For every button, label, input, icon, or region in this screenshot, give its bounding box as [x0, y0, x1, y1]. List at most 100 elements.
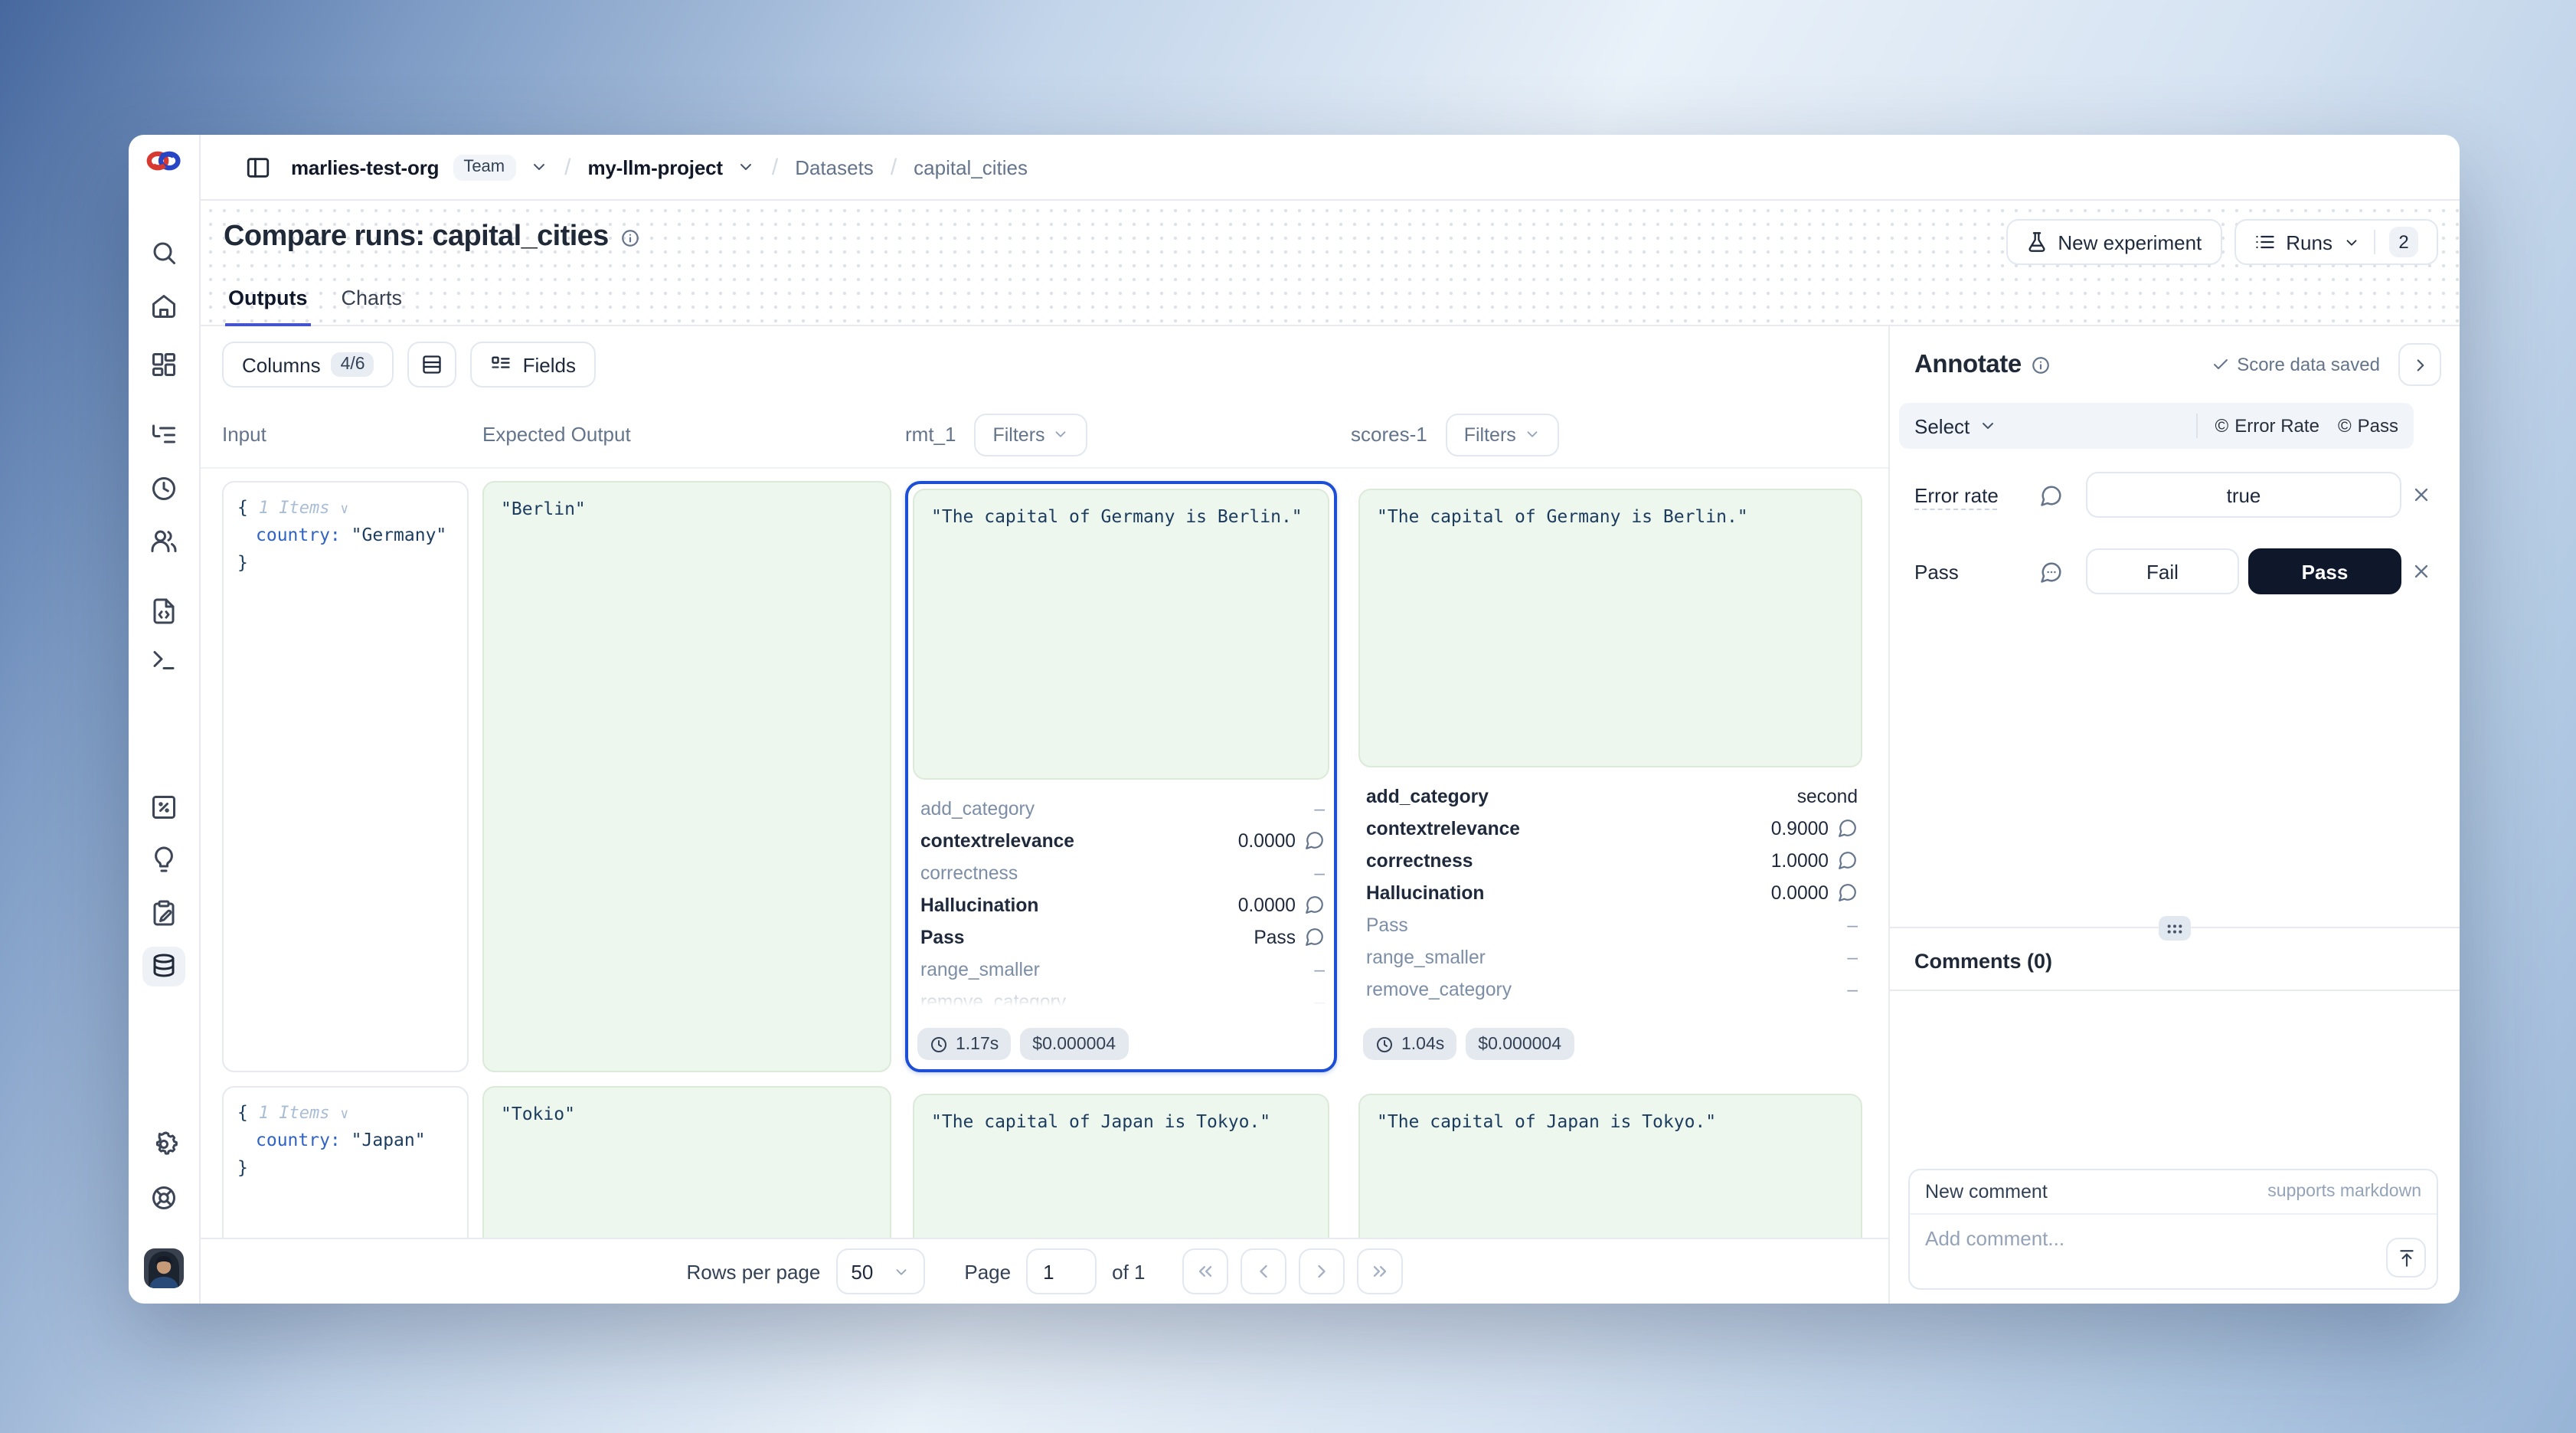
users-icon[interactable] [142, 521, 185, 561]
run-output-cell-scores-1[interactable]: "The capital of Japan is Tokyo." [1351, 1086, 1870, 1238]
score-row: contextrelevance0.9000 [1366, 812, 1858, 844]
score-label[interactable]: Error rate [1914, 483, 2031, 506]
save-status: Score data saved [2211, 354, 2380, 375]
columns-label: Columns [242, 353, 321, 376]
home-icon[interactable] [142, 286, 185, 326]
table-row: { 1 Items ∨ country: "Germany" } "Berlin… [201, 481, 1888, 1072]
score-row: remove_category– [1366, 973, 1858, 1005]
filters-button-scores-1[interactable]: Filters [1446, 413, 1559, 456]
collapse-panel-button[interactable] [2398, 343, 2441, 386]
new-comment-card: New comment supports markdown Add commen… [1908, 1169, 2438, 1290]
info-icon[interactable] [621, 227, 641, 247]
breadcrumb-org[interactable]: marlies-test-org [291, 155, 439, 178]
score-row: range_smaller– [1366, 941, 1858, 973]
run-metrics: 1.04s $0.000004 [1358, 1019, 1862, 1065]
input-cell[interactable]: { 1 Items ∨ country: "Germany" } [222, 481, 469, 1072]
comment-bubble-icon[interactable] [1838, 818, 1858, 838]
tab-charts[interactable]: Charts [338, 286, 406, 326]
dashboard-icon[interactable] [142, 345, 185, 384]
tracing-icon[interactable] [142, 415, 185, 455]
score-row: contextrelevance0.0000 [920, 824, 1325, 856]
chevrons-left-icon [1195, 1261, 1216, 1282]
table-body: { 1 Items ∨ country: "Germany" } "Berlin… [201, 469, 1888, 1238]
submit-comment-button[interactable] [2386, 1238, 2426, 1278]
runs-button[interactable]: Runs 2 [2234, 219, 2438, 265]
comment-textarea[interactable]: Add comment... [1910, 1215, 2437, 1288]
col-header-input: Input [222, 423, 469, 446]
score-config-select[interactable]: Select [1914, 414, 1997, 437]
config-chip-pass[interactable]: ©Pass [2338, 415, 2398, 437]
annotation-clipboard-icon[interactable] [142, 893, 185, 933]
tab-outputs[interactable]: Outputs [225, 286, 311, 326]
last-page-button[interactable] [1357, 1248, 1403, 1294]
chevron-down-icon [1524, 426, 1541, 443]
first-page-button[interactable] [1182, 1248, 1228, 1294]
row-height-button[interactable] [408, 342, 457, 388]
scores-percent-icon[interactable] [142, 787, 185, 827]
run-output-cell-rmt-1[interactable]: "The capital of Japan is Tokyo." [905, 1086, 1337, 1238]
playground-terminal-icon[interactable] [142, 640, 185, 680]
score-label[interactable]: Pass [1914, 560, 2031, 583]
pass-option-pass-button[interactable]: Pass [2248, 548, 2401, 594]
expected-output-cell[interactable]: "Tokio" [482, 1086, 891, 1238]
prompts-file-icon[interactable] [142, 591, 185, 631]
runs-label: Runs [2286, 231, 2332, 254]
input-cell[interactable]: { 1 Items ∨ country: "Japan" } [222, 1086, 469, 1238]
delete-score-icon[interactable] [2411, 561, 2438, 582]
filters-label: Filters [992, 424, 1044, 445]
check-icon [2211, 355, 2229, 374]
comment-bubble-icon[interactable] [1305, 927, 1325, 947]
sidebar-toggle-icon[interactable] [237, 147, 277, 187]
tab-bar: Outputs Charts [225, 286, 405, 326]
breadcrumb-datasets[interactable]: Datasets [795, 155, 874, 178]
new-experiment-button[interactable]: New experiment [2006, 219, 2221, 265]
pass-option-fail-button[interactable]: Fail [2086, 548, 2239, 594]
breadcrumb-dataset-name[interactable]: capital_cities [914, 155, 1028, 178]
fields-button[interactable]: Fields [471, 342, 596, 388]
settings-gear-icon[interactable] [142, 1124, 185, 1164]
layout-list-icon [491, 354, 512, 375]
run-output-text: "The capital of Japan is Tokyo." [1358, 1094, 1862, 1238]
new-comment-label: New comment [1925, 1181, 2048, 1202]
columns-button[interactable]: Columns 4/6 [222, 342, 394, 388]
filters-button-rmt-1[interactable]: Filters [974, 413, 1087, 456]
run-output-cell-rmt-1[interactable]: "The capital of Germany is Berlin." add_… [905, 481, 1337, 1072]
search-icon[interactable] [142, 233, 185, 273]
comment-bubble-icon[interactable] [1305, 830, 1325, 850]
breadcrumb-project[interactable]: my-llm-project [587, 155, 722, 178]
page-number-input[interactable] [1026, 1248, 1097, 1294]
run-output-text: "The capital of Japan is Tokyo." [913, 1094, 1329, 1238]
divider [2374, 230, 2375, 254]
comment-bubble-dots-icon[interactable] [2040, 560, 2063, 583]
comment-bubble-icon[interactable] [2040, 483, 2063, 506]
chevron-down-icon[interactable] [737, 158, 755, 176]
chevron-down-icon[interactable]: ∨ [340, 502, 348, 518]
run-output-text: "The capital of Germany is Berlin." [1358, 489, 1862, 767]
run-output-cell-scores-1[interactable]: "The capital of Germany is Berlin." add_… [1351, 481, 1870, 1072]
previous-page-button[interactable] [1241, 1248, 1286, 1294]
comment-bubble-icon[interactable] [1838, 882, 1858, 902]
user-avatar[interactable] [144, 1248, 184, 1288]
datasets-database-icon[interactable] [142, 947, 185, 986]
latency-badge: 1.17s [917, 1028, 1011, 1060]
rows-per-page-label: Rows per page [686, 1260, 820, 1283]
comment-bubble-icon[interactable] [1838, 850, 1858, 870]
evals-lightbulb-icon[interactable] [142, 839, 185, 879]
rows-per-page-select[interactable]: 50 [835, 1248, 924, 1294]
clock-icon [1375, 1035, 1394, 1053]
org-logo-icon [145, 147, 182, 175]
columns-count-badge: 4/6 [332, 352, 374, 377]
comment-bubble-icon[interactable] [1305, 895, 1325, 914]
chevron-down-icon[interactable] [529, 158, 548, 176]
config-chip-error-rate[interactable]: ©Error Rate [2215, 415, 2319, 437]
chevron-down-icon[interactable]: ∨ [340, 1107, 348, 1123]
info-icon[interactable] [2031, 355, 2051, 375]
error-rate-value-input[interactable] [2086, 472, 2401, 518]
chevron-right-icon [1311, 1261, 1332, 1282]
expected-output-cell[interactable]: "Berlin" [482, 481, 891, 1072]
sessions-clock-icon[interactable] [142, 469, 185, 509]
next-page-button[interactable] [1299, 1248, 1345, 1294]
drag-handle-icon[interactable] [2159, 916, 2191, 941]
support-lifebuoy-icon[interactable] [142, 1178, 185, 1218]
delete-score-icon[interactable] [2411, 484, 2438, 505]
